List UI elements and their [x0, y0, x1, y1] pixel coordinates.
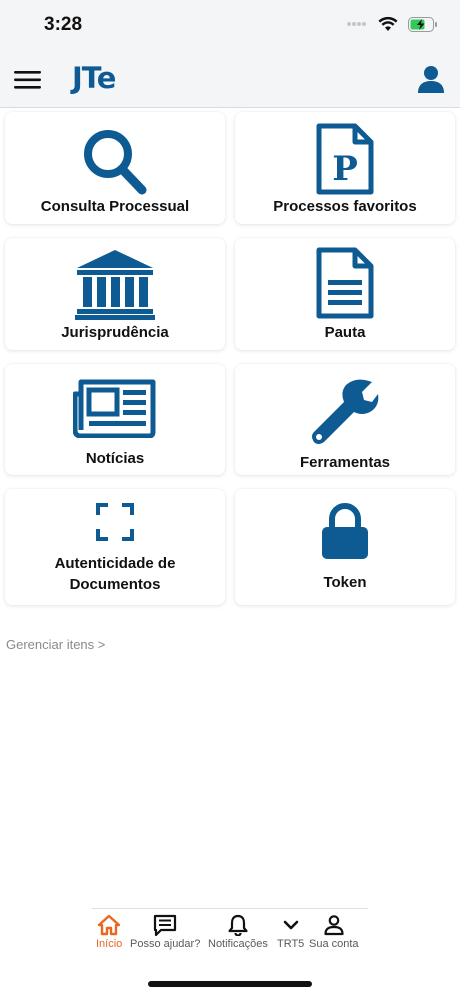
tile-processos-favoritos[interactable]: P Processos favoritos [235, 112, 455, 224]
app-logo: JTe [72, 61, 116, 95]
status-bar: 3:28 [0, 0, 460, 52]
tile-label: Processos favoritos [273, 198, 417, 215]
bell-icon [228, 914, 248, 936]
tile-noticias[interactable]: Notícias [5, 364, 225, 475]
signal-icon [347, 22, 366, 26]
newspaper-icon [73, 379, 156, 438]
tile-label: Consulta Processual [40, 198, 190, 215]
tab-sua-conta[interactable]: Sua conta [309, 914, 359, 950]
padlock-icon [322, 503, 368, 559]
tile-label: Ferramentas [299, 454, 391, 471]
tab-label: Posso ajudar? [130, 938, 201, 950]
tile-pauta[interactable]: Pauta [235, 238, 455, 350]
tab-label: Sua conta [309, 938, 359, 950]
tabbar-divider [92, 908, 368, 909]
profile-button[interactable] [416, 64, 446, 94]
tab-posso-ajudar[interactable]: Posso ajudar? [130, 914, 200, 950]
status-icons [346, 16, 438, 32]
tile-label: Autenticidade de Documentos [55, 553, 176, 595]
wifi-icon [378, 16, 398, 31]
manage-items-link[interactable]: Gerenciar itens > [6, 637, 105, 652]
tile-ferramentas[interactable]: Ferramentas [235, 364, 455, 475]
tab-notificacoes[interactable]: Notificações [208, 914, 268, 950]
tile-jurisprudencia[interactable]: Jurisprudência [5, 238, 225, 350]
tile-token[interactable]: Token [235, 489, 455, 605]
wrench-icon [312, 379, 379, 444]
user-profile-icon [418, 66, 444, 93]
hamburger-menu-icon [14, 71, 41, 89]
document-icon [316, 247, 374, 319]
tile-label-line1: Autenticidade de [54, 555, 176, 572]
tab-label: Início [96, 938, 123, 950]
tab-inicio[interactable]: Início [96, 914, 122, 950]
menu-button[interactable] [14, 69, 42, 91]
home-icon [97, 914, 121, 936]
tab-trt5[interactable]: TRT5 [277, 914, 304, 950]
tile-autenticidade-documentos[interactable]: Autenticidade de Documentos [5, 489, 225, 605]
tile-label: Notícias [85, 450, 145, 467]
chat-icon [154, 914, 177, 936]
svg-text:P: P [332, 149, 358, 189]
bottom-tab-bar: Início Posso ajudar? Notificações TRT5 S… [0, 908, 460, 964]
scan-frame-icon [96, 503, 134, 541]
document-p-icon: P [316, 123, 374, 195]
chevron-down-icon [283, 920, 298, 930]
tile-consulta-processual[interactable]: Consulta Processual [5, 112, 225, 224]
tile-label: Jurisprudência [61, 324, 169, 341]
account-icon [324, 915, 344, 936]
home-indicator [148, 981, 312, 987]
search-icon [84, 130, 147, 195]
tile-label: Token [323, 574, 367, 591]
tab-label: Notificações [208, 938, 268, 950]
tile-label: Pauta [324, 324, 366, 341]
app-header: JTe [0, 52, 460, 108]
tab-label: TRT5 [277, 938, 305, 950]
battery-charging-icon [408, 16, 437, 32]
courthouse-icon [75, 250, 155, 320]
status-time: 3:28 [44, 14, 83, 35]
tile-label-line2: Documentos [69, 576, 161, 593]
